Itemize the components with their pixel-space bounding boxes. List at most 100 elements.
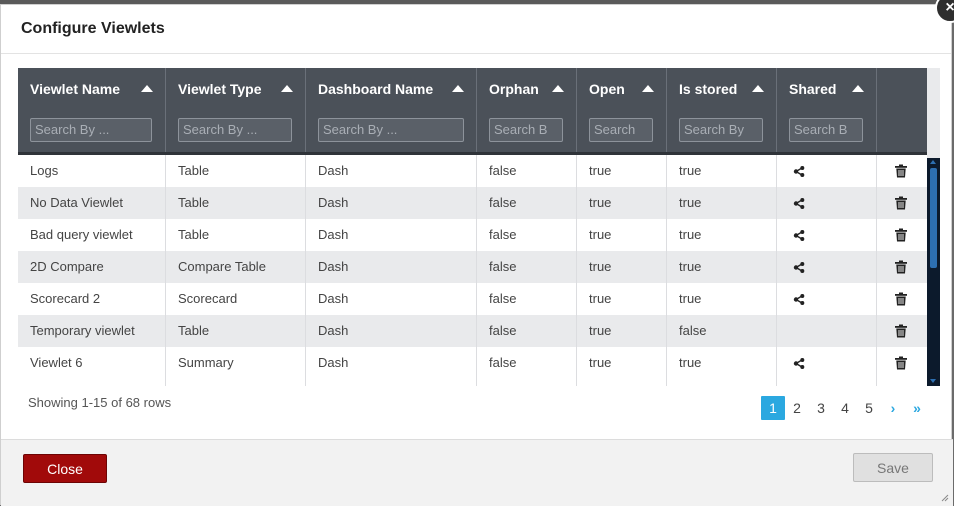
cell-orphan: false — [477, 155, 577, 187]
share-icon[interactable] — [793, 230, 805, 241]
table-row[interactable]: Bad query viewlet Table Dash false true true — [18, 219, 927, 251]
share-icon[interactable] — [793, 262, 805, 273]
sort-ascending-icon[interactable] — [752, 85, 764, 92]
column-filter-input[interactable]: Search By ... — [30, 118, 152, 142]
table-row[interactable]: Logs Table Dash false true true — [18, 155, 927, 187]
column-header[interactable]: Orphan Search B — [477, 68, 577, 152]
page-4-button[interactable]: 4 — [833, 396, 857, 420]
trash-icon[interactable] — [895, 324, 907, 338]
cell-orphan: false — [477, 347, 577, 379]
column-header[interactable]: Dashboard Name Search By ... — [306, 68, 477, 152]
pagination: 1 2 3 4 5 ›» — [761, 396, 929, 420]
trash-icon[interactable] — [895, 260, 907, 274]
cell-actions — [877, 155, 927, 187]
column-header-label: Dashboard Name — [318, 81, 434, 97]
cell-shared — [777, 187, 877, 219]
sort-ascending-icon[interactable] — [281, 85, 293, 92]
cell-dashboard: Dash — [306, 187, 477, 219]
sort-ascending-icon[interactable] — [852, 85, 864, 92]
share-icon[interactable] — [793, 294, 805, 305]
share-icon[interactable] — [793, 358, 805, 369]
cell-actions — [877, 315, 927, 347]
cell-shared — [777, 155, 877, 187]
cell-name: Bad query viewlet — [18, 219, 166, 251]
table-row[interactable]: 2D Compare Compare Table Dash false true true — [18, 251, 927, 283]
grid-header-spacer — [927, 68, 940, 158]
trash-icon[interactable] — [895, 356, 907, 370]
cell-open: true — [577, 283, 667, 315]
close-button[interactable]: Close — [23, 454, 107, 483]
share-icon[interactable] — [793, 198, 805, 209]
cell-actions — [877, 283, 927, 315]
column-filter-input[interactable]: Search B — [489, 118, 563, 142]
column-header[interactable]: Open Search — [577, 68, 667, 152]
scroll-up-icon[interactable] — [930, 160, 936, 164]
cell-name: Viewlet 6 — [18, 347, 166, 379]
cell-empty — [477, 379, 577, 386]
column-header[interactable]: Viewlet Name Search By ... — [18, 68, 166, 152]
sort-ascending-icon[interactable] — [642, 85, 654, 92]
column-header[interactable]: Shared Search B — [777, 68, 877, 152]
cell-type: Table — [166, 155, 306, 187]
column-filter-input[interactable]: Search — [589, 118, 653, 142]
trash-icon[interactable] — [895, 196, 907, 210]
dialog-header: Configure Viewlets — [1, 5, 951, 54]
cell-open: true — [577, 219, 667, 251]
cell-orphan: false — [477, 283, 577, 315]
table-row[interactable]: Scorecard 2 Scorecard Dash false true true — [18, 283, 927, 315]
next-page-icon[interactable]: › — [881, 396, 905, 420]
column-header[interactable]: Is stored Search By — [667, 68, 777, 152]
scroll-down-icon[interactable] — [930, 379, 936, 383]
trash-icon[interactable] — [895, 164, 907, 178]
column-filter-input[interactable]: Search B — [789, 118, 863, 142]
cell-open: true — [577, 251, 667, 283]
cell-type: Table — [166, 187, 306, 219]
cell-actions — [877, 251, 927, 283]
page-2-button[interactable]: 2 — [785, 396, 809, 420]
cell-shared — [777, 251, 877, 283]
table-row[interactable]: Viewlet 6 Summary Dash false true true — [18, 347, 927, 379]
column-filter-input[interactable]: Search By ... — [318, 118, 464, 142]
save-button[interactable]: Save — [853, 453, 933, 482]
cell-stored: true — [667, 347, 777, 379]
cell-open: true — [577, 315, 667, 347]
cell-open: true — [577, 187, 667, 219]
table-row-partial — [18, 379, 927, 386]
cell-orphan: false — [477, 251, 577, 283]
cell-stored: true — [667, 283, 777, 315]
column-filter-input[interactable]: Search By — [679, 118, 763, 142]
trash-icon[interactable] — [895, 292, 907, 306]
share-icon[interactable] — [793, 166, 805, 177]
table-row[interactable]: No Data Viewlet Table Dash false true true — [18, 187, 927, 219]
trash-icon[interactable] — [895, 228, 907, 242]
cell-empty — [306, 379, 477, 386]
cell-name: Scorecard 2 — [18, 283, 166, 315]
cell-type: Table — [166, 315, 306, 347]
column-header[interactable]: Viewlet Type Search By ... — [166, 68, 306, 152]
rows-count-text: Showing 1-15 of 68 rows — [28, 395, 172, 410]
sort-ascending-icon[interactable] — [452, 85, 464, 92]
column-filter-input[interactable]: Search By ... — [178, 118, 292, 142]
cell-type: Summary — [166, 347, 306, 379]
resize-handle-icon[interactable] — [941, 494, 949, 502]
cell-shared — [777, 347, 877, 379]
cell-dashboard: Dash — [306, 155, 477, 187]
cell-shared — [777, 283, 877, 315]
cell-empty — [166, 379, 306, 386]
sort-ascending-icon[interactable] — [141, 85, 153, 92]
vertical-scrollbar[interactable] — [927, 158, 940, 386]
page-1-button[interactable]: 1 — [761, 396, 785, 420]
cell-empty — [577, 379, 667, 386]
cell-stored: true — [667, 187, 777, 219]
cell-stored: true — [667, 251, 777, 283]
cell-empty — [18, 379, 166, 386]
cell-empty — [777, 379, 877, 386]
table-row[interactable]: Temporary viewlet Table Dash false true false — [18, 315, 927, 347]
sort-ascending-icon[interactable] — [552, 85, 564, 92]
page-3-button[interactable]: 3 — [809, 396, 833, 420]
column-header-label: Orphan — [489, 81, 539, 97]
cell-orphan: false — [477, 315, 577, 347]
page-5-button[interactable]: 5 — [857, 396, 881, 420]
scroll-thumb[interactable] — [930, 168, 937, 268]
last-page-icon[interactable]: » — [905, 396, 929, 420]
